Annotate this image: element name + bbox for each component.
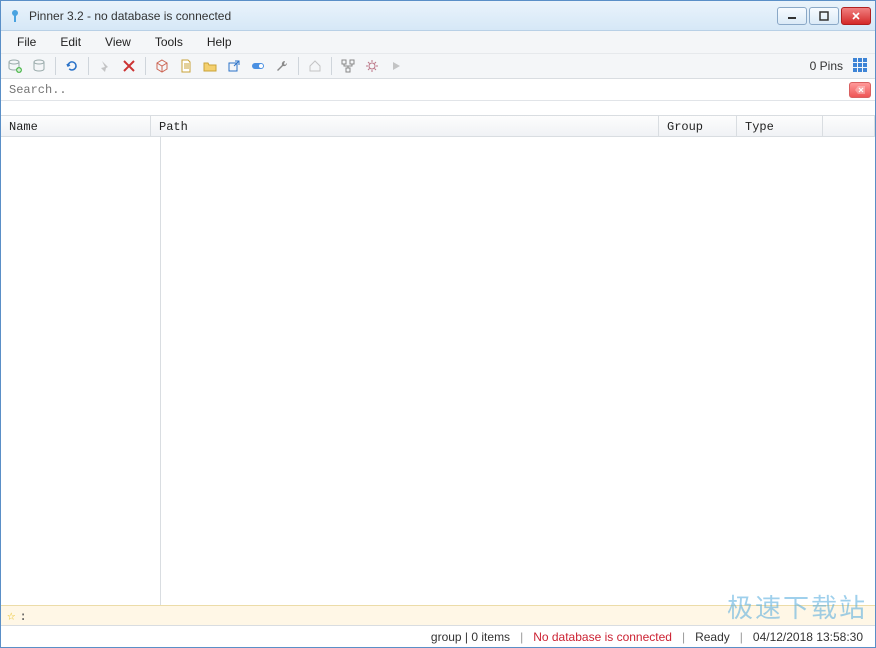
- column-header-path[interactable]: Path: [151, 116, 659, 136]
- menu-edit[interactable]: Edit: [50, 33, 91, 51]
- menubar: File Edit View Tools Help: [1, 31, 875, 53]
- search-row: [1, 79, 875, 101]
- column-headers: Name Path Group Type: [1, 115, 875, 137]
- toolbar-separator: [331, 57, 332, 75]
- clear-search-button[interactable]: [849, 82, 871, 98]
- toggle-icon[interactable]: [248, 56, 268, 76]
- external-link-icon[interactable]: [224, 56, 244, 76]
- box-icon[interactable]: [152, 56, 172, 76]
- status-db-message: No database is connected: [529, 630, 676, 644]
- tree-icon[interactable]: [338, 56, 358, 76]
- titlebar: Pinner 3.2 - no database is connected: [1, 1, 875, 31]
- pins-count-label: 0 Pins: [810, 59, 847, 73]
- toolbar-separator: [88, 57, 89, 75]
- menu-help[interactable]: Help: [197, 33, 242, 51]
- toolbar-separator: [145, 57, 146, 75]
- play-icon: [386, 56, 406, 76]
- gear-icon[interactable]: [362, 56, 382, 76]
- search-input[interactable]: [5, 81, 845, 99]
- window-controls: [777, 7, 875, 25]
- favorites-bar: ☆ :: [1, 605, 875, 625]
- toolbar-separator: [298, 57, 299, 75]
- column-header-type[interactable]: Type: [737, 116, 823, 136]
- folder-icon[interactable]: [200, 56, 220, 76]
- window-title: Pinner 3.2 - no database is connected: [29, 9, 231, 23]
- app-icon: [7, 8, 23, 24]
- favorites-separator: :: [19, 609, 26, 623]
- list-pane[interactable]: [161, 137, 875, 605]
- menu-file[interactable]: File: [7, 33, 46, 51]
- tree-pane[interactable]: [1, 137, 161, 605]
- toolbar: 0 Pins: [1, 53, 875, 79]
- status-bar: group | 0 items | No database is connect…: [1, 625, 875, 647]
- column-header-group[interactable]: Group: [659, 116, 737, 136]
- status-ready: Ready: [691, 630, 734, 644]
- pin-icon: [95, 56, 115, 76]
- status-separator: |: [682, 630, 685, 644]
- tools-cross-icon[interactable]: [119, 56, 139, 76]
- wrench-icon[interactable]: [272, 56, 292, 76]
- status-separator: |: [520, 630, 523, 644]
- status-separator: |: [740, 630, 743, 644]
- refresh-icon[interactable]: [62, 56, 82, 76]
- database-add-icon[interactable]: [5, 56, 25, 76]
- database-icon[interactable]: [29, 56, 49, 76]
- document-icon[interactable]: [176, 56, 196, 76]
- menu-view[interactable]: View: [95, 33, 141, 51]
- close-button[interactable]: [841, 7, 871, 25]
- status-datetime: 04/12/2018 13:58:30: [749, 630, 867, 644]
- home-icon: [305, 56, 325, 76]
- star-icon: ☆: [7, 608, 15, 624]
- status-group-items: group | 0 items: [427, 630, 514, 644]
- menu-tools[interactable]: Tools: [145, 33, 193, 51]
- minimize-button[interactable]: [777, 7, 807, 25]
- content-area: [1, 137, 875, 605]
- toolbar-separator: [55, 57, 56, 75]
- column-header-name[interactable]: Name: [1, 116, 151, 136]
- grid-view-icon[interactable]: [851, 56, 871, 76]
- maximize-button[interactable]: [809, 7, 839, 25]
- column-header-extra[interactable]: [823, 116, 875, 136]
